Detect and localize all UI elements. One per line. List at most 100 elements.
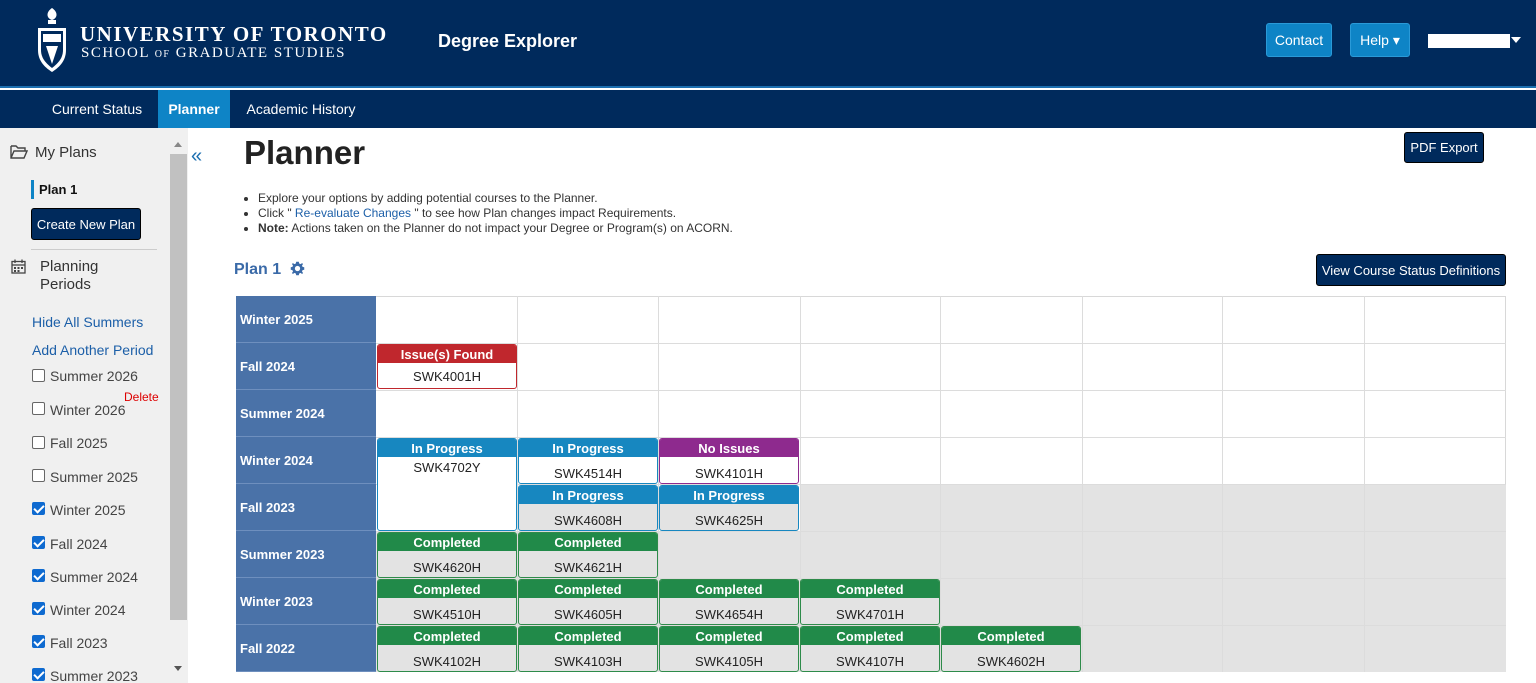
folder-open-icon [10,145,28,159]
page-title: Planner [244,134,366,171]
course-code: SWK4107H [836,654,904,669]
course-status: Completed [378,580,516,598]
period-row-header: Fall 2024 [236,343,376,390]
course-code: SWK4654H [695,607,763,622]
app-title: Degree Explorer [438,31,578,51]
course-card[interactable]: Completed SWK4620H [377,532,517,578]
planning-periods-heading: Planning [40,258,99,275]
period-checkbox[interactable] [32,602,45,615]
course-card[interactable]: In Progress SWK4702Y [377,438,517,531]
period-checkbox[interactable] [32,635,45,648]
instructions-list: Explore your options by adding potential… [258,191,733,236]
period-checkbox[interactable] [32,369,45,382]
sidebar-scrollbar-thumb[interactable] [170,154,187,620]
create-new-plan-button[interactable]: Create New Plan [31,208,141,240]
tab-current-status[interactable]: Current Status [36,90,158,128]
course-card[interactable]: In Progress SWK4608H [518,485,658,531]
period-label: Winter 2026 [50,402,126,418]
course-status: In Progress [660,486,798,504]
course-card[interactable]: Completed SWK4107H [800,626,940,672]
course-card[interactable]: Completed SWK4602H [941,626,1081,672]
instruction-item: Click " Re-evaluate Changes " to see how… [258,206,733,221]
course-code: SWK4510H [413,607,481,622]
course-card[interactable]: Completed SWK4510H [377,579,517,625]
course-status: In Progress [519,486,657,504]
course-code: SWK4702Y [413,460,481,475]
tab-planner[interactable]: Planner [158,90,230,128]
course-card[interactable]: Issue(s) Found SWK4001H [377,344,517,389]
course-status: Completed [378,533,516,551]
period-label: Winter 2024 [50,602,126,618]
course-code: SWK4605H [554,607,622,622]
course-status: In Progress [378,439,516,457]
course-card[interactable]: Completed SWK4102H [377,626,517,672]
re-evaluate-changes-link[interactable]: Re-evaluate Changes [292,206,415,220]
period-checkbox[interactable] [32,402,45,415]
course-card[interactable]: Completed SWK4103H [518,626,658,672]
grid-past-area [800,484,1506,531]
collapse-sidebar-icon[interactable]: « [191,146,202,166]
period-checkbox[interactable] [32,569,45,582]
course-card[interactable]: Completed SWK4701H [800,579,940,625]
period-checkbox[interactable] [32,668,45,681]
period-row-header: Summer 2024 [236,390,376,437]
user-menu-caret-icon[interactable] [1511,37,1521,43]
add-another-period-link[interactable]: Add Another Period [32,342,153,358]
period-row-header: Winter 2025 [236,296,376,343]
period-checkbox[interactable] [32,502,45,515]
scroll-down-icon[interactable] [174,666,182,671]
course-card[interactable]: Completed SWK4605H [518,579,658,625]
period-label: Summer 2026 [50,368,138,384]
main-nav: Current Status Planner Academic History [0,90,1536,128]
course-status: Completed [942,627,1080,645]
university-crest-icon [38,8,66,72]
course-card[interactable]: No Issues SWK4101H [659,438,799,484]
course-status: Completed [519,533,657,551]
delete-period-link[interactable]: Delete [124,390,159,404]
scroll-up-icon[interactable] [174,142,182,147]
top-header: UNIVERSITY OF TORONTO SCHOOL OF GRADUATE… [0,0,1536,88]
hide-all-summers-link[interactable]: Hide All Summers [32,314,143,330]
tab-academic-history[interactable]: Academic History [236,90,366,128]
help-dropdown-button[interactable]: Help ▾ [1350,23,1410,57]
plan-heading: Plan 1 [234,261,282,278]
course-status: Completed [378,627,516,645]
instruction-item: Note: Actions taken on the Planner do no… [258,221,733,236]
view-course-status-definitions-button[interactable]: View Course Status Definitions [1316,254,1506,286]
grid-row-line [376,343,1506,344]
course-status: Issue(s) Found [378,345,516,363]
course-status: Completed [519,580,657,598]
school-name: SCHOOL OF GRADUATE STUDIES [81,45,346,61]
period-row-header: Fall 2023 [236,484,376,531]
course-status: Completed [519,627,657,645]
course-card[interactable]: In Progress SWK4514H [518,438,658,484]
period-row-header: Winter 2024 [236,437,376,484]
course-status: Completed [660,627,798,645]
period-checkbox[interactable] [32,536,45,549]
period-row-header: Winter 2023 [236,578,376,625]
period-label: Summer 2024 [50,569,138,585]
course-status: Completed [660,580,798,598]
contact-button[interactable]: Contact [1266,23,1332,57]
course-card[interactable]: Completed SWK4621H [518,532,658,578]
course-status: Completed [801,627,939,645]
course-code: SWK4625H [695,513,763,528]
course-code: SWK4701H [836,607,904,622]
period-checkbox[interactable] [32,469,45,482]
period-label: Winter 2025 [50,502,126,518]
sidebar-divider [31,249,157,250]
course-card[interactable]: In Progress SWK4625H [659,485,799,531]
pdf-export-button[interactable]: PDF Export [1404,132,1484,163]
course-card[interactable]: Completed SWK4105H [659,626,799,672]
period-label: Summer 2023 [50,668,138,683]
gear-icon[interactable] [290,261,305,276]
sidebar-item-plan-1[interactable]: Plan 1 [31,180,77,199]
period-row-header: Fall 2022 [236,625,376,672]
course-code: SWK4001H [413,369,481,384]
course-card[interactable]: Completed SWK4654H [659,579,799,625]
period-checkbox[interactable] [32,436,45,449]
user-menu[interactable] [1428,34,1510,48]
period-label: Fall 2025 [50,435,108,451]
course-code: SWK4602H [977,654,1045,669]
course-code: SWK4620H [413,560,481,575]
